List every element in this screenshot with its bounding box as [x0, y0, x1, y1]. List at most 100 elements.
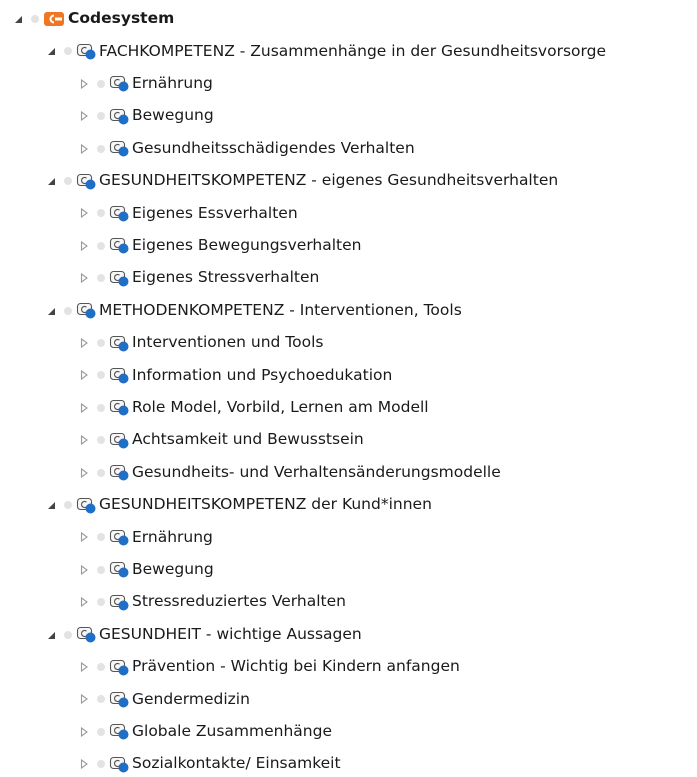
tree-item-code[interactable]: Gendermedizin: [78, 686, 250, 712]
code-label: Bewegung: [132, 560, 214, 579]
code-icon: [109, 335, 129, 351]
collapse-arrow-icon[interactable]: [45, 305, 57, 317]
code-icon: [109, 691, 129, 708]
color-dot-icon: [97, 695, 105, 704]
code-label: Globale Zusammenhänge: [132, 722, 333, 741]
code-icon: [109, 594, 129, 611]
code-label: Eigenes Bewegungsverhalten: [132, 236, 362, 255]
code-label: Gesundheitsschädigendes Verhalten: [132, 138, 415, 157]
expand-arrow-icon[interactable]: [78, 564, 90, 576]
tree-item-group[interactable]: GESUNDHEIT - wichtige Aussagen: [45, 622, 362, 648]
color-dot-icon: [97, 79, 105, 88]
expand-arrow-icon[interactable]: [78, 661, 90, 673]
expand-arrow-icon[interactable]: [78, 402, 90, 414]
tree-item-code[interactable]: Gesundheitsschädigendes Verhalten: [78, 136, 415, 162]
code-icon: [109, 659, 129, 675]
expand-arrow-icon[interactable]: [78, 596, 90, 608]
expand-arrow-icon[interactable]: [78, 207, 90, 219]
tree-item-code[interactable]: Achtsamkeit und Bewusstsein: [78, 427, 364, 453]
expand-arrow-icon[interactable]: [78, 272, 90, 284]
collapse-arrow-icon[interactable]: [45, 175, 57, 187]
color-dot-icon: [97, 760, 105, 769]
tree-item-code[interactable]: Ernährung: [78, 71, 213, 97]
tree-item-group[interactable]: FACHKOMPETENZ - Zusammenhänge in der Ges…: [45, 38, 606, 64]
code-icon: [109, 400, 129, 416]
collapse-arrow-icon[interactable]: [45, 45, 57, 57]
collapse-arrow-icon[interactable]: [45, 499, 57, 511]
code-label: Stressreduziertes Verhalten: [132, 592, 346, 611]
tree-item-code[interactable]: Gesundheits- und Verhaltensänderungsmode…: [78, 460, 501, 486]
color-dot-icon: [97, 241, 105, 250]
expand-arrow-icon[interactable]: [78, 78, 90, 90]
code-icon: [109, 432, 129, 449]
code-label: Achtsamkeit und Bewusstsein: [132, 430, 364, 449]
code-label: Gesundheits- und Verhaltensänderungsmode…: [132, 462, 501, 481]
expand-arrow-icon[interactable]: [78, 726, 90, 738]
tree-item-code[interactable]: Interventionen und Tools: [78, 330, 324, 356]
code-icon: [109, 76, 129, 92]
code-icon: [76, 173, 96, 189]
code-icon: [109, 141, 129, 157]
color-dot-icon: [97, 663, 105, 671]
code-icon: [109, 205, 129, 222]
code-label: Ernährung: [132, 527, 213, 546]
collapse-arrow-icon[interactable]: [45, 629, 57, 641]
code-label: Information und Psychoedukation: [132, 365, 393, 384]
tree-root-codesystem[interactable]: Codesystem: [12, 6, 174, 32]
code-label: Sozialkontakte/ Einsamkeit: [132, 754, 341, 773]
tree-item-code[interactable]: Eigenes Essverhalten: [78, 200, 298, 226]
color-dot-icon: [64, 47, 72, 56]
color-dot-icon: [97, 112, 105, 121]
color-dot-icon: [97, 144, 105, 153]
code-label: Eigenes Stressverhalten: [132, 268, 320, 287]
code-icon: [109, 756, 129, 773]
tree-item-group[interactable]: METHODENKOMPETENZ - Interventionen, Tool…: [45, 298, 462, 324]
code-icon: [76, 497, 96, 513]
tree-item-group[interactable]: GESUNDHEITSKOMPETENZ - eigenes Gesundhei…: [45, 168, 558, 194]
code-icon: [109, 108, 129, 125]
tree-item-code[interactable]: Stressreduziertes Verhalten: [78, 589, 346, 615]
expand-arrow-icon[interactable]: [78, 369, 90, 381]
expand-arrow-icon[interactable]: [78, 467, 90, 479]
tree-item-group[interactable]: GESUNDHEITSKOMPETENZ der Kund*innen: [45, 492, 432, 518]
color-dot-icon: [97, 468, 105, 477]
tree-item-code[interactable]: Prävention - Wichtig bei Kindern anfange…: [78, 654, 460, 680]
code-label: GESUNDHEITSKOMPETENZ - eigenes Gesundhei…: [99, 171, 559, 190]
tree-item-code[interactable]: Bewegung: [78, 103, 214, 129]
tree-item-code[interactable]: Role Model, Vorbild, Lernen am Modell: [78, 395, 429, 421]
color-dot-icon: [64, 630, 72, 639]
color-dot-icon: [97, 436, 105, 445]
code-icon: [76, 43, 96, 60]
code-label: GESUNDHEIT - wichtige Aussagen: [99, 624, 362, 643]
code-label: GESUNDHEITSKOMPETENZ der Kund*innen: [99, 495, 432, 514]
expand-arrow-icon[interactable]: [78, 693, 90, 705]
color-dot-icon: [97, 598, 105, 607]
expand-arrow-icon[interactable]: [78, 434, 90, 446]
code-icon: [76, 303, 96, 319]
expand-arrow-icon[interactable]: [78, 758, 90, 770]
color-dot-icon: [97, 533, 105, 542]
color-dot-icon: [64, 501, 72, 509]
tree-item-code[interactable]: Bewegung: [78, 557, 214, 583]
codesystem-icon: [44, 12, 64, 26]
tree-item-code[interactable]: Eigenes Stressverhalten: [78, 265, 319, 291]
color-dot-icon: [97, 274, 105, 283]
tree-item-code[interactable]: Information und Psychoedukation: [78, 362, 392, 388]
collapse-arrow-icon[interactable]: [12, 13, 24, 25]
code-icon: [109, 367, 129, 384]
expand-arrow-icon[interactable]: [78, 110, 90, 122]
expand-arrow-icon[interactable]: [78, 337, 90, 349]
code-icon: [76, 627, 96, 643]
color-dot-icon: [97, 727, 105, 736]
expand-arrow-icon[interactable]: [78, 240, 90, 252]
tree-item-code[interactable]: Globale Zusammenhänge: [78, 719, 332, 745]
expand-arrow-icon[interactable]: [78, 143, 90, 155]
color-dot-icon: [64, 177, 72, 185]
root-label: Codesystem: [68, 9, 175, 28]
tree-item-code[interactable]: Ernährung: [78, 524, 213, 550]
code-system-tree: Codesystem FACHKOMPETENZ - Zusammenhänge …: [0, 0, 697, 773]
code-icon: [109, 529, 129, 546]
tree-item-code[interactable]: Sozialkontakte/ Einsamkeit: [78, 751, 341, 777]
tree-item-code[interactable]: Eigenes Bewegungsverhalten: [78, 233, 362, 259]
expand-arrow-icon[interactable]: [78, 531, 90, 543]
